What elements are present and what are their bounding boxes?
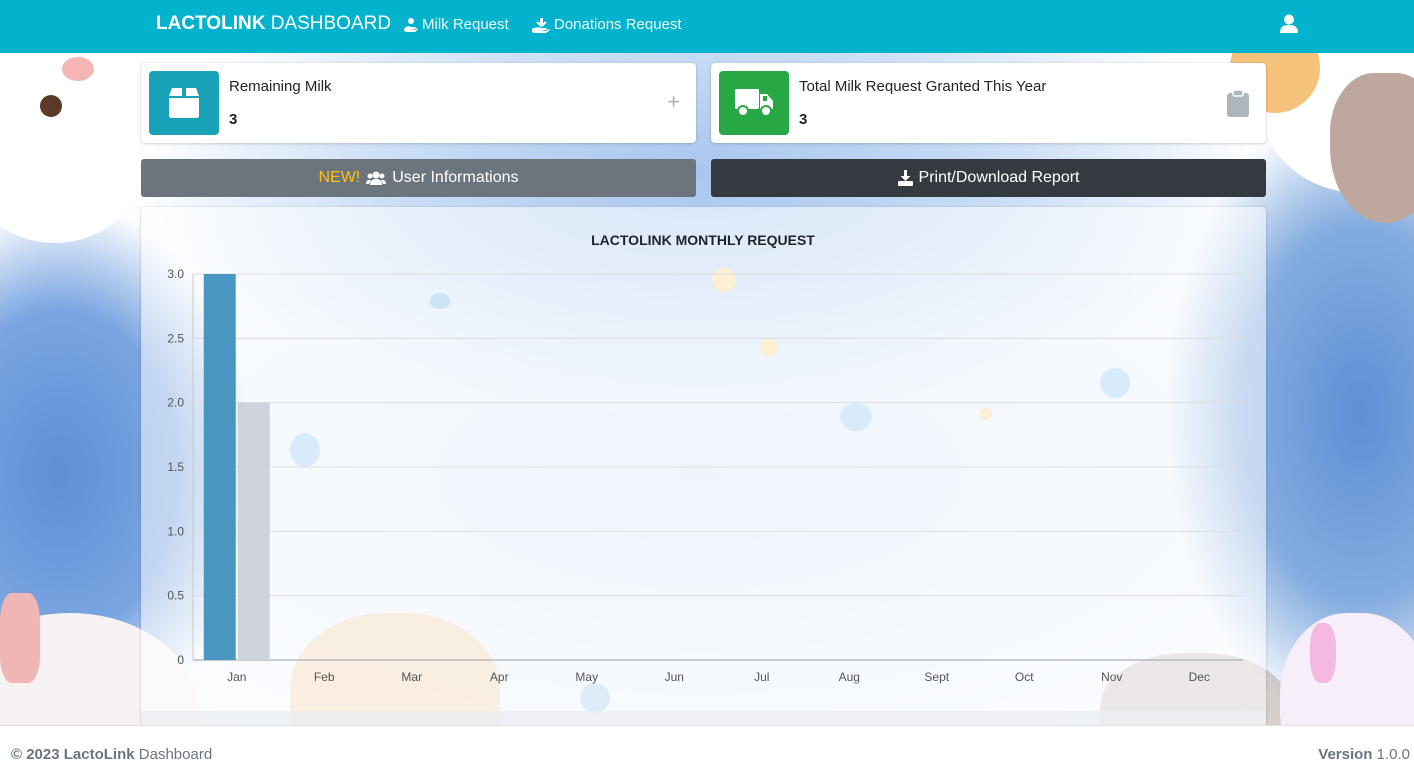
granted-requests-value: 3 [799, 111, 808, 128]
brand-bold-text: LACTOLINK [156, 13, 266, 34]
user-informations-button[interactable]: NEW! User Informations [141, 159, 696, 197]
chart-title: LACTOLINK MONTHLY REQUEST [591, 232, 815, 248]
user-icon[interactable] [1280, 14, 1298, 34]
version-text: Version 1.0.0 [1318, 746, 1410, 763]
monthly-request-chart: LACTOLINK MONTHLY REQUEST Jan Feb Mar Apr Ma… [167, 232, 1243, 684]
hand-holding-icon [404, 17, 418, 32]
x-tick-label: Oct [1015, 670, 1034, 684]
page-footer: © 2023 LactoLink Dashboard Version 1.0.0 [0, 725, 1414, 781]
x-tick-label: Jan [227, 670, 246, 684]
y-tick-label: 3.0 [167, 267, 184, 281]
x-tick-label: Jun [665, 670, 684, 684]
users-icon [366, 171, 387, 185]
nav-donations-request-label: Donations Request [554, 16, 682, 33]
granted-requests-card: Total Milk Request Granted This Year 3 [711, 63, 1266, 143]
x-tick-label: Feb [314, 670, 335, 684]
remaining-milk-label: Remaining Milk [229, 78, 332, 95]
nav-milk-request-label: Milk Request [422, 16, 509, 33]
x-tick-label: Apr [490, 670, 509, 684]
x-tick-label: Dec [1189, 670, 1210, 684]
x-tick-label: May [575, 670, 598, 684]
user-informations-label: User Informations [392, 169, 519, 186]
add-icon[interactable]: + [667, 91, 680, 113]
remaining-milk-card: Remaining Milk 3 + [141, 63, 696, 143]
print-download-report-label: Print/Download Report [918, 169, 1080, 186]
brand-text: DASHBOARD [265, 13, 392, 34]
y-tick-label: 2.5 [167, 331, 184, 345]
bunny-ear-decoration [1310, 623, 1336, 683]
pink-decoration [0, 593, 40, 683]
version-number: 1.0.0 [1372, 746, 1410, 763]
print-download-report-button[interactable]: Print/Download Report [711, 159, 1266, 197]
hand-donate-icon [532, 17, 550, 33]
y-tick-label: 0.5 [167, 589, 184, 603]
version-label: Version [1318, 746, 1373, 763]
x-tick-label: Mar [401, 670, 422, 684]
x-tick-label: Jul [754, 670, 769, 684]
y-tick-label: 1.0 [167, 524, 184, 538]
cat-eye-decoration [40, 95, 62, 117]
cat-illustration-top-left [0, 53, 150, 243]
nav-donations-request[interactable]: Donations Request [532, 16, 682, 33]
brand-logo[interactable]: LACTOLINK DASHBOARD [156, 13, 391, 35]
bar-jan-series-1[interactable] [203, 274, 236, 660]
cat-nose-decoration [62, 57, 94, 81]
y-tick-label: 0 [177, 653, 184, 667]
y-tick-label: 2.0 [167, 396, 184, 410]
x-tick-label: Sept [924, 670, 949, 684]
clipboard-icon[interactable] [1227, 90, 1249, 117]
remaining-milk-icon-box [149, 71, 219, 135]
truck-icon [735, 89, 773, 117]
top-navbar: LACTOLINK DASHBOARD Milk Request Donatio… [0, 0, 1414, 53]
y-tick-label: 1.5 [167, 460, 184, 474]
granted-requests-icon-box [719, 71, 789, 135]
copyright-bold: © 2023 LactoLink [11, 746, 135, 763]
monthly-request-chart-card: LACTOLINK MONTHLY REQUEST Jan Feb Mar Apr Ma… [141, 207, 1266, 727]
box-icon [169, 88, 199, 118]
remaining-milk-value: 3 [229, 111, 238, 128]
x-tick-label: Nov [1101, 670, 1122, 684]
copyright-text: © 2023 LactoLink Dashboard [11, 746, 212, 763]
download-icon [897, 170, 913, 186]
bunny-illustration [1280, 613, 1414, 725]
cat-ear-decoration [1330, 73, 1414, 223]
granted-requests-label: Total Milk Request Granted This Year [799, 78, 1047, 95]
copyright-rest: Dashboard [134, 746, 213, 763]
nav-milk-request[interactable]: Milk Request [403, 16, 509, 33]
bar-jan-series-2[interactable] [237, 402, 270, 660]
new-badge: NEW! [318, 169, 361, 186]
x-tick-label: Aug [839, 670, 860, 684]
